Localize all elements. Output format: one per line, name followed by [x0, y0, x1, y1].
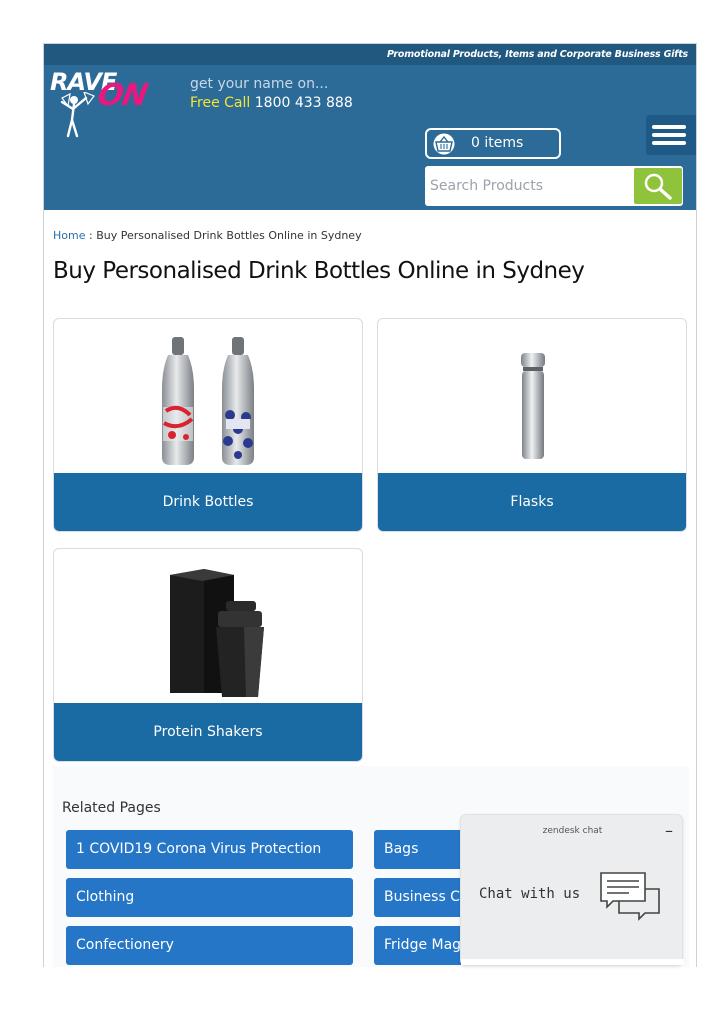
chat-minimize-button[interactable]: –: [665, 821, 673, 840]
related-link[interactable]: Confectionery: [66, 926, 353, 965]
basket-icon: [433, 133, 455, 155]
page-title: Buy Personalised Drink Bottles Online in…: [53, 258, 585, 284]
chat-widget[interactable]: zendesk chat – Chat with us: [460, 814, 684, 966]
top-bar: Promotional Products, Items and Corporat…: [44, 44, 696, 65]
chat-widget-footer: [461, 959, 684, 965]
site-header: Promotional Products, Items and Corporat…: [44, 44, 696, 210]
cart-count-label: 0 items: [471, 135, 524, 151]
chat-widget-header: zendesk chat: [542, 826, 603, 836]
hamburger-menu-button[interactable]: [646, 115, 696, 155]
category-label: Protein Shakers: [54, 703, 362, 761]
category-card-protein-shakers[interactable]: Protein Shakers: [53, 548, 363, 762]
chat-bubbles-icon: [600, 872, 660, 921]
logo-figure-icon: [60, 92, 95, 138]
logo-text-on: ON: [94, 78, 150, 113]
rave-on-logo[interactable]: RAVE ON: [50, 68, 184, 140]
category-card-flasks[interactable]: Flasks: [377, 318, 687, 532]
cart-button[interactable]: 0 items: [425, 128, 561, 159]
flask-image: [521, 353, 545, 459]
hamburger-icon-bar: [652, 125, 686, 129]
drink-bottles-image: [162, 337, 254, 465]
free-call-label: Free Call: [190, 95, 251, 111]
category-label: Drink Bottles: [54, 473, 362, 531]
search-icon: [644, 173, 672, 200]
category-label: Flasks: [378, 473, 686, 531]
hamburger-icon-bar: [652, 133, 686, 137]
protein-shaker-image: [170, 569, 264, 697]
phone-number[interactable]: 1800 433 888: [255, 95, 353, 111]
related-link[interactable]: Clothing: [66, 878, 353, 917]
breadcrumb-home-link[interactable]: Home: [53, 229, 85, 242]
search-box: [425, 166, 683, 206]
search-button[interactable]: [634, 168, 682, 204]
free-call-line: Free Call 1800 433 888: [190, 95, 353, 111]
slogan: get your name on...: [190, 76, 329, 92]
related-link[interactable]: 1 COVID19 Corona Virus Protection: [66, 830, 353, 869]
chat-prompt[interactable]: Chat with us: [479, 886, 580, 902]
tagline: Promotional Products, Items and Corporat…: [386, 49, 688, 60]
hamburger-icon-bar: [652, 141, 686, 145]
category-card-drink-bottles[interactable]: Drink Bottles: [53, 318, 363, 532]
related-pages-title: Related Pages: [62, 800, 161, 816]
breadcrumb: Home : Buy Personalised Drink Bottles On…: [53, 229, 362, 242]
breadcrumb-current: Buy Personalised Drink Bottles Online in…: [96, 229, 362, 242]
breadcrumb-separator: :: [85, 229, 97, 242]
search-input[interactable]: [425, 166, 633, 206]
